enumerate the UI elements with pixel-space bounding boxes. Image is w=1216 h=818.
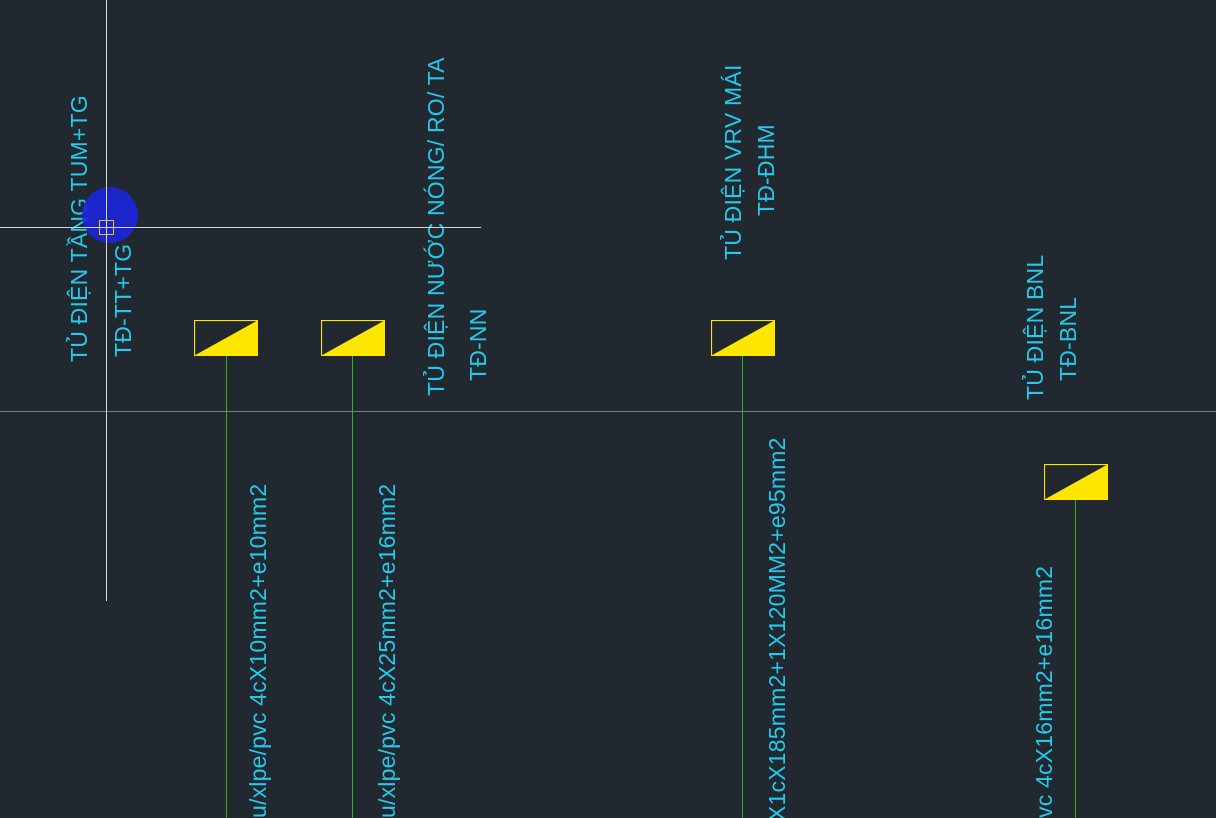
panel-name-label[interactable]: TỦ ĐIỆN BNL bbox=[1022, 255, 1048, 400]
panel-code-label[interactable]: TĐ-ĐHM bbox=[753, 124, 779, 216]
distribution-panel-symbol[interactable] bbox=[711, 320, 775, 356]
feeder-cable-line[interactable] bbox=[1075, 500, 1076, 818]
panel-code-label[interactable]: TĐ-TT+TG bbox=[110, 244, 136, 357]
cable-spec-label[interactable]: u/xlpe/pvc 4cX25mm2+e16mm2 bbox=[374, 484, 400, 818]
distribution-panel-symbol[interactable] bbox=[194, 320, 258, 356]
crosshair-vertical bbox=[106, 0, 107, 601]
feeder-cable-line[interactable] bbox=[352, 356, 353, 818]
reference-line bbox=[0, 411, 1216, 412]
panel-name-label[interactable]: TỦ ĐIỆN VRV MÁI bbox=[720, 64, 746, 260]
panel-code-label[interactable]: TĐ-BNL bbox=[1055, 297, 1081, 381]
feeder-cable-line[interactable] bbox=[742, 356, 743, 818]
cable-spec-label[interactable]: u/xlpe/pvc 4cX10mm2+e10mm2 bbox=[245, 484, 271, 818]
cad-drawing-canvas[interactable]: TỦ ĐIỆN TẦNG TUM+TG TĐ-TT+TG u/xlpe/pvc … bbox=[0, 0, 1216, 818]
distribution-panel-symbol[interactable] bbox=[1044, 464, 1108, 500]
cable-spec-label[interactable]: vc 4cX16mm2+e16mm2 bbox=[1031, 566, 1057, 818]
crosshair-horizontal bbox=[0, 227, 481, 228]
feeder-cable-line[interactable] bbox=[226, 356, 227, 818]
cable-spec-label[interactable]: 3X1cX185mm2+1X120MM2+e95mm2 bbox=[764, 437, 790, 818]
panel-code-label[interactable]: TĐ-NN bbox=[465, 308, 491, 381]
distribution-panel-symbol[interactable] bbox=[321, 320, 385, 356]
pickbox-icon bbox=[99, 220, 114, 235]
